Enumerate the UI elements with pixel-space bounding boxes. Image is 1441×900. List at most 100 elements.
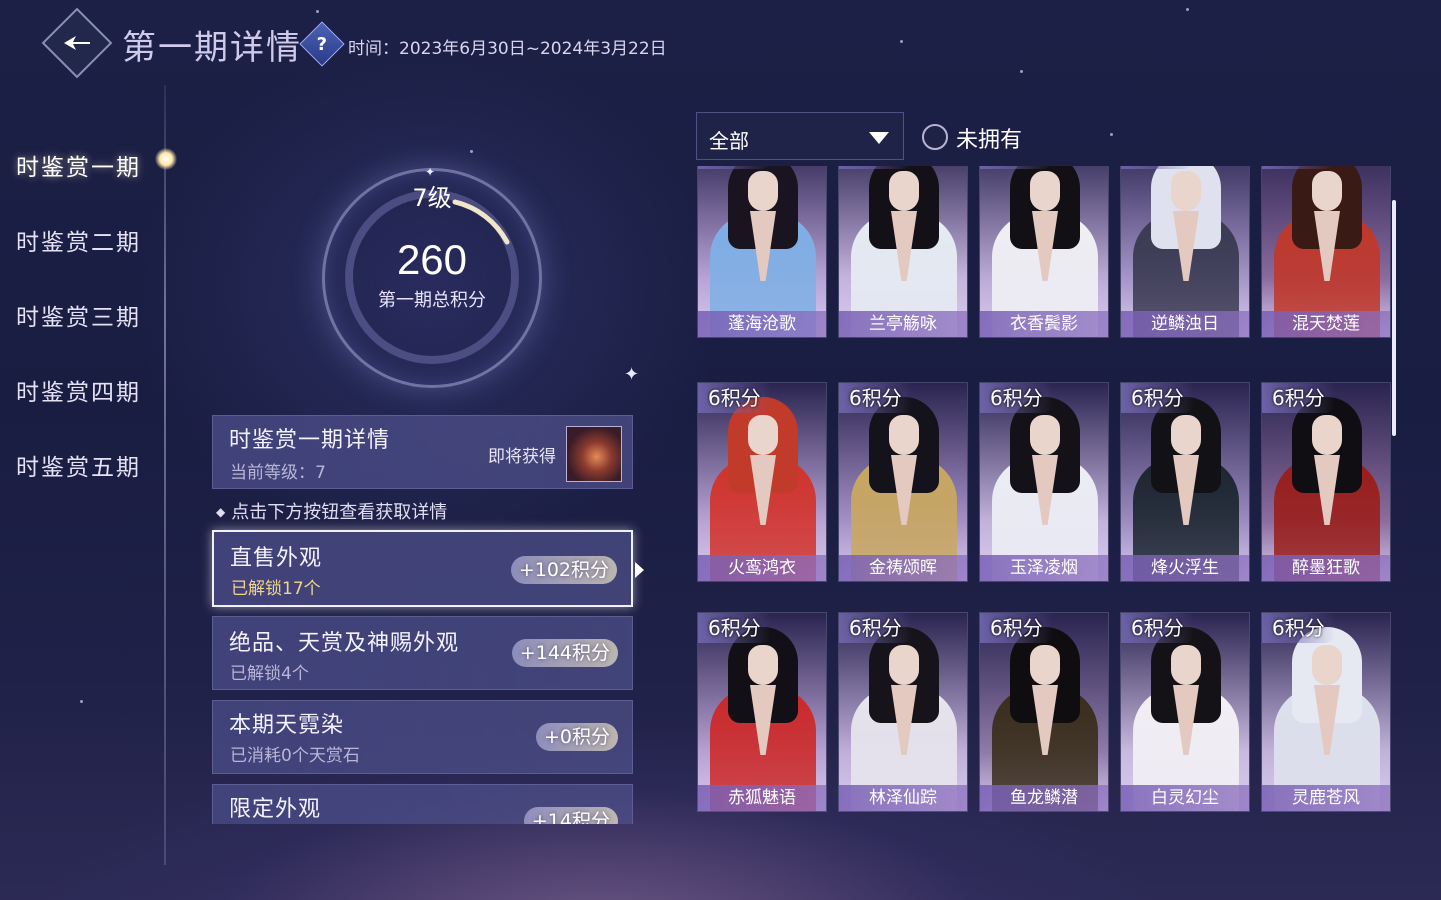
costume-tile[interactable]: 6积分灵鹿苍风	[1261, 612, 1391, 812]
costume-face	[1312, 645, 1342, 685]
costume-name: 衣香鬓影	[980, 311, 1108, 337]
category-title: 直售外观	[230, 546, 323, 571]
costume-name: 火鸾鸿衣	[698, 555, 826, 581]
summary-card[interactable]: 时鉴赏一期详情 当前等级：7 即将获得	[212, 415, 633, 489]
costume-points: 6积分	[980, 166, 1053, 169]
costume-name: 混天焚莲	[1262, 311, 1390, 337]
costume-tile[interactable]: 6积分林泽仙踪	[838, 612, 968, 812]
costume-points: 6积分	[1121, 383, 1194, 413]
costume-points: 6积分	[1262, 166, 1335, 169]
costume-face	[1312, 415, 1342, 455]
category-points-badge: +14积分	[523, 807, 618, 824]
costume-points: 6积分	[1262, 613, 1335, 643]
costume-face	[1171, 645, 1201, 685]
costume-name: 兰亭觞咏	[839, 311, 967, 337]
category-title: 限定外观	[229, 797, 322, 822]
costume-face	[889, 645, 919, 685]
summary-card-title: 时鉴赏一期详情	[229, 428, 391, 453]
costume-face	[1030, 645, 1060, 685]
costume-points: 6积分	[698, 166, 771, 169]
nav-item-period-2[interactable]: 时鉴赏二期	[16, 223, 141, 257]
costume-name: 逆鳞浊日	[1121, 311, 1249, 337]
costume-points: 6积分	[839, 166, 912, 169]
sparkle-icon: ✦	[624, 364, 640, 385]
costume-name: 灵鹿苍风	[1262, 785, 1390, 811]
nav-item-period-1[interactable]: 时鉴赏一期	[16, 148, 141, 182]
hint-text: ◆ 点击下方按钮查看获取详情	[216, 502, 448, 523]
category-sub: 已解锁17个	[231, 579, 321, 599]
reward-thumbnail[interactable]	[566, 426, 622, 482]
costume-face	[1030, 171, 1060, 211]
costume-tile[interactable]: 6积分蓬海沧歌	[697, 166, 827, 338]
nav-item-period-4[interactable]: 时鉴赏四期	[16, 373, 141, 407]
category-sub: 已消耗0个天赏石	[230, 746, 360, 766]
costume-face	[748, 171, 778, 211]
nav-divider	[164, 85, 166, 865]
costume-tile[interactable]: 6积分烽火浮生	[1120, 382, 1250, 582]
costume-face	[1171, 415, 1201, 455]
costume-name: 玉泽凌烟	[980, 555, 1108, 581]
costume-points: 6积分	[1121, 166, 1194, 169]
costume-face	[1171, 171, 1201, 211]
costume-tile[interactable]: 6积分 火鸾鸿衣	[697, 382, 827, 582]
back-arrow-icon	[64, 36, 90, 50]
costume-face	[1312, 171, 1342, 211]
nav-active-marker-icon	[155, 148, 177, 170]
costume-grid: 6积分蓬海沧歌6积分兰亭觞咏6积分衣香鬓影6积分逆鳞浊日6积分混天焚莲6积分火鸾…	[696, 166, 1396, 824]
costume-face	[1030, 415, 1060, 455]
costume-tile[interactable]: 6积分逆鳞浊日	[1120, 166, 1250, 338]
current-level-text: 当前等级：7	[230, 463, 326, 483]
costume-name: 醉墨狂歌	[1262, 555, 1390, 581]
sparkle-icon: ✦	[425, 165, 436, 179]
page-title: 第一期详情	[122, 28, 302, 68]
nav-item-period-5[interactable]: 时鉴赏五期	[16, 448, 141, 482]
category-title: 绝品、天赏及神赐外观	[229, 631, 460, 656]
costume-tile[interactable]: 6积分醉墨狂歌	[1261, 382, 1391, 582]
total-score-label: 第一期总积分	[378, 290, 486, 311]
category-points-badge: +102积分	[510, 556, 617, 584]
filter-selected-value: 全部	[709, 129, 749, 153]
costume-tile[interactable]: 6积分混天焚莲	[1261, 166, 1391, 338]
costume-tile[interactable]: 6积分衣香鬓影	[979, 166, 1109, 338]
costume-tile[interactable]: 6积分玉泽凌烟	[979, 382, 1109, 582]
costume-name: 赤狐魅语	[698, 785, 826, 811]
category-card-limited[interactable]: 限定外观 +14积分	[212, 784, 633, 824]
costume-tile[interactable]: 6积分白灵幻尘	[1120, 612, 1250, 812]
total-score: 260	[396, 236, 468, 283]
category-points-badge: +0积分	[535, 723, 618, 751]
chevron-down-icon	[869, 132, 889, 144]
costume-name: 烽火浮生	[1121, 555, 1249, 581]
category-sub: 已解锁4个	[230, 664, 309, 684]
category-card-limited-clip: 限定外观 +14积分	[212, 784, 633, 824]
costume-name: 白灵幻尘	[1121, 785, 1249, 811]
costume-tile[interactable]: 6积分 赤狐魅语	[697, 612, 827, 812]
costume-points: 6积分	[839, 613, 912, 643]
grid-scrollbar[interactable]	[1392, 200, 1396, 436]
category-card-direct-sale[interactable]: 直售外观 已解锁17个 +102积分	[212, 530, 633, 607]
costume-face	[748, 645, 778, 685]
costume-tile[interactable]: 6积分兰亭觞咏	[838, 166, 968, 338]
category-title: 本期天霓染	[229, 713, 345, 738]
category-points-badge: +144积分	[511, 639, 618, 667]
costume-name: 金祷颂晖	[839, 555, 967, 581]
selected-arrow-icon	[635, 562, 644, 578]
costume-points: 6积分	[1262, 383, 1335, 413]
costume-points: 6积分	[980, 383, 1053, 413]
costume-tile[interactable]: 6积分金祷颂晖	[838, 382, 968, 582]
event-time: 时间：2023年6月30日~2024年3月22日	[348, 39, 667, 59]
nav-item-period-3[interactable]: 时鉴赏三期	[16, 298, 141, 332]
costume-name: 林泽仙踪	[839, 785, 967, 811]
filter-dropdown[interactable]: 全部	[696, 112, 904, 160]
category-card-premium[interactable]: 绝品、天赏及神赐外观 已解锁4个 +144积分	[212, 616, 633, 690]
category-card-dye[interactable]: 本期天霓染 已消耗0个天赏石 +0积分	[212, 700, 633, 774]
costume-tile[interactable]: 6积分 鱼龙鳞潜	[979, 612, 1109, 812]
not-owned-label[interactable]: 未拥有	[956, 122, 1022, 154]
costume-points: 6积分	[1121, 613, 1194, 643]
soon-obtain-label: 即将获得	[488, 447, 556, 467]
costume-face	[889, 171, 919, 211]
costume-face	[889, 415, 919, 455]
not-owned-radio[interactable]	[922, 124, 948, 150]
costume-name: 鱼龙鳞潜	[980, 785, 1108, 811]
costume-face	[748, 415, 778, 455]
costume-points: 6积分	[839, 383, 912, 413]
